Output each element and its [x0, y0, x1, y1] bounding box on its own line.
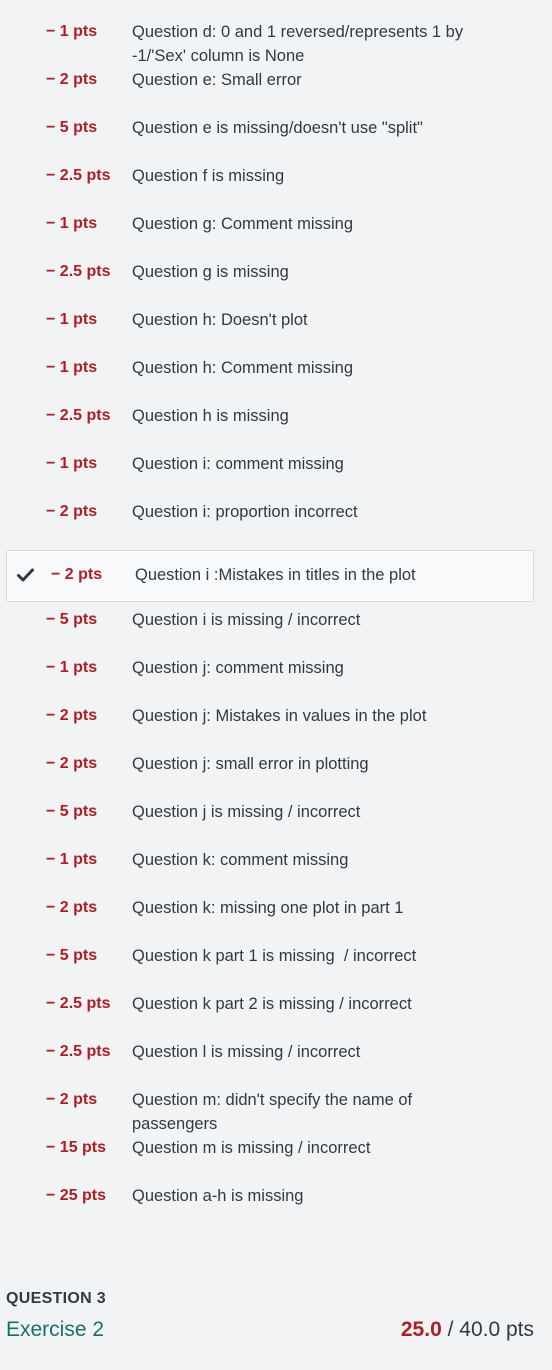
- rubric-points: − 5 pts: [46, 803, 98, 820]
- rubric-item[interactable]: − 2 pts Question j: Mistakes in values i…: [0, 704, 552, 752]
- rubric-description: Question m is missing / incorrect: [132, 1139, 371, 1157]
- rubric-description: Question j: small error in plotting: [132, 755, 369, 773]
- rubric-description: Question i: comment missing: [132, 455, 344, 473]
- rubric-points: − 1 pts: [46, 659, 98, 676]
- rubric-description: Question i is missing / incorrect: [132, 611, 361, 629]
- rubric-item[interactable]: − 1 pts Question g: Comment missing: [0, 212, 552, 260]
- rubric-description: Question k part 1 is missing / incorrect: [132, 947, 417, 965]
- rubric-description: Question l is missing / incorrect: [132, 1043, 361, 1061]
- rubric-description: Question j: comment missing: [132, 659, 344, 677]
- rubric-item[interactable]: − 25 pts Question a-h is missing: [0, 1184, 552, 1232]
- rubric-item[interactable]: − 2.5 pts Question l is missing / incorr…: [0, 1040, 552, 1088]
- rubric-description: Question e: Small error: [132, 71, 302, 89]
- rubric-points: − 1 pts: [46, 455, 98, 472]
- rubric-item[interactable]: − 5 pts Question e is missing/doesn't us…: [0, 116, 552, 164]
- rubric-description: Question g: Comment missing: [132, 215, 354, 233]
- rubric-points: − 2 pts: [46, 707, 98, 724]
- rubric-points: − 2 pts: [46, 899, 98, 916]
- rubric-description: Question j: Mistakes in values in the pl…: [132, 707, 427, 725]
- rubric-description: Question e is missing/doesn't use "split…: [132, 119, 423, 137]
- rubric-item[interactable]: − 1 pts Question h: Comment missing: [0, 356, 552, 404]
- rubric-item[interactable]: − 2.5 pts Question k part 2 is missing /…: [0, 992, 552, 1040]
- rubric-list: − 1 pts Question d: 0 and 1 reversed/rep…: [0, 0, 552, 1232]
- rubric-description: Question d: 0 and 1 reversed/represents …: [132, 23, 464, 65]
- rubric-description: Question k: missing one plot in part 1: [132, 899, 404, 917]
- score-total: 40.0 pts: [459, 1318, 534, 1341]
- rubric-points: − 2 pts: [51, 566, 103, 583]
- rubric-description: Question h is missing: [132, 407, 289, 425]
- rubric-description: Question m: didn't specify the name of p…: [132, 1091, 413, 1133]
- rubric-points: − 25 pts: [46, 1187, 107, 1204]
- rubric-item[interactable]: − 2.5 pts Question h is missing: [0, 404, 552, 452]
- rubric-points: − 1 pts: [46, 851, 98, 868]
- rubric-description: Question k part 2 is missing / incorrect: [132, 995, 412, 1013]
- rubric-description: Question g is missing: [132, 263, 289, 281]
- rubric-item[interactable]: − 2 pts Question m: didn't specify the n…: [0, 1088, 552, 1136]
- rubric-item[interactable]: − 2 pts Question k: missing one plot in …: [0, 896, 552, 944]
- rubric-points: − 2 pts: [46, 503, 98, 520]
- rubric-points: − 2.5 pts: [46, 407, 111, 424]
- question-title[interactable]: Exercise 2: [6, 1318, 104, 1342]
- rubric-item[interactable]: − 1 pts Question k: comment missing: [0, 848, 552, 896]
- rubric-description: Question j is missing / incorrect: [132, 803, 361, 821]
- rubric-points: − 2 pts: [46, 71, 98, 88]
- rubric-item[interactable]: − 5 pts Question j is missing / incorrec…: [0, 800, 552, 848]
- score-earned: 25.0: [400, 1318, 442, 1341]
- rubric-points: − 1 pts: [46, 359, 98, 376]
- rubric-points: − 15 pts: [46, 1139, 107, 1156]
- rubric-points: − 1 pts: [46, 215, 98, 232]
- rubric-description: Question a-h is missing: [132, 1187, 304, 1205]
- checkmark-icon: [17, 563, 51, 587]
- rubric-item[interactable]: − 2.5 pts Question f is missing: [0, 164, 552, 212]
- rubric-item[interactable]: − 5 pts Question k part 1 is missing / i…: [0, 944, 552, 992]
- rubric-description: Question k: comment missing: [132, 851, 349, 869]
- rubric-item[interactable]: − 1 pts Question h: Doesn't plot: [0, 308, 552, 356]
- rubric-item[interactable]: − 2.5 pts Question g is missing: [0, 260, 552, 308]
- rubric-description: Question i :Mistakes in titles in the pl…: [135, 566, 416, 584]
- rubric-points: − 1 pts: [46, 23, 98, 40]
- rubric-item-applied[interactable]: − 2 pts Question i :Mistakes in titles i…: [6, 550, 534, 602]
- rubric-item[interactable]: − 15 pts Question m is missing / incorre…: [0, 1136, 552, 1184]
- rubric-item[interactable]: − 5 pts Question i is missing / incorrec…: [0, 608, 552, 656]
- rubric-item[interactable]: − 1 pts Question i: comment missing: [0, 452, 552, 500]
- rubric-item[interactable]: − 2 pts Question j: small error in plott…: [0, 752, 552, 800]
- rubric-description: Question h: Comment missing: [132, 359, 354, 377]
- rubric-points: − 2 pts: [46, 755, 98, 772]
- rubric-item[interactable]: − 1 pts Question d: 0 and 1 reversed/rep…: [0, 20, 552, 68]
- rubric-points: − 2 pts: [46, 1091, 98, 1108]
- rubric-item[interactable]: − 2 pts Question e: Small error: [0, 68, 552, 116]
- question-title-row: Exercise 2 25.0 / 40.0 pts: [6, 1318, 534, 1342]
- question-score: 25.0 / 40.0 pts: [401, 1318, 534, 1342]
- rubric-points: − 5 pts: [46, 119, 98, 136]
- rubric-points: − 1 pts: [46, 311, 98, 328]
- rubric-points: − 5 pts: [46, 611, 98, 628]
- rubric-item[interactable]: − 2 pts Question i: proportion incorrect: [0, 500, 552, 548]
- rubric-description: Question i: proportion incorrect: [132, 503, 358, 521]
- rubric-points: − 2.5 pts: [46, 1043, 111, 1060]
- rubric-item[interactable]: − 1 pts Question j: comment missing: [0, 656, 552, 704]
- rubric-points: − 2.5 pts: [46, 263, 111, 280]
- rubric-points: − 2.5 pts: [46, 995, 111, 1012]
- rubric-points: − 2.5 pts: [46, 167, 111, 184]
- score-separator: /: [441, 1318, 460, 1341]
- question-number: QUESTION 3: [6, 1290, 106, 1307]
- rubric-points: − 5 pts: [46, 947, 98, 964]
- rubric-description: Question f is missing: [132, 167, 285, 185]
- rubric-description: Question h: Doesn't plot: [132, 311, 308, 329]
